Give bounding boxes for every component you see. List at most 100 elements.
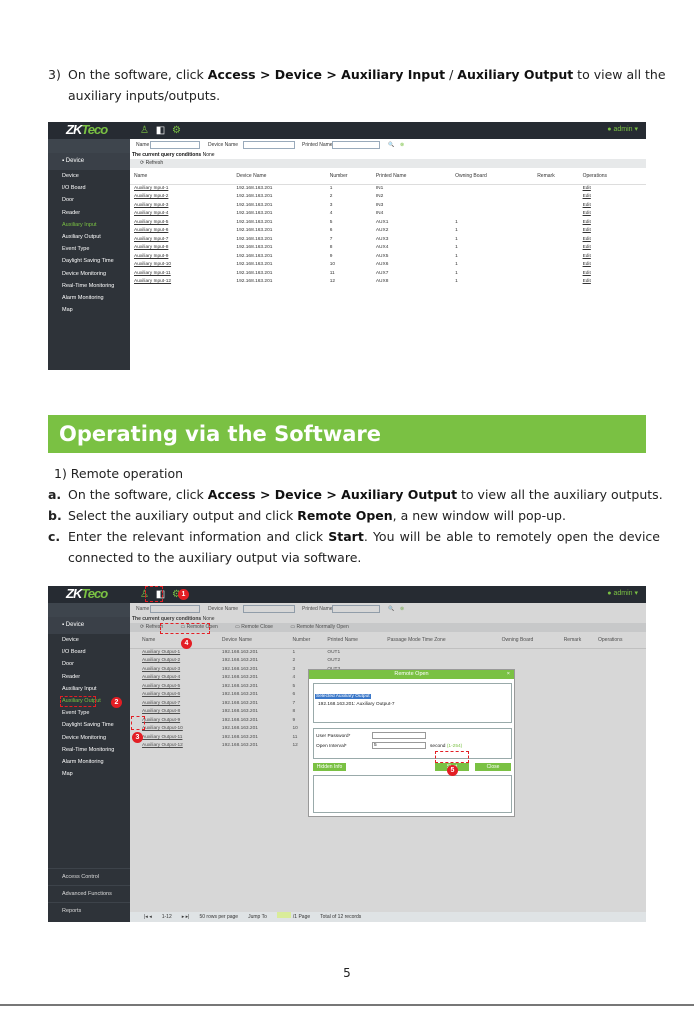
sidebar-item-alarm-monitoring[interactable]: Alarm Monitoring xyxy=(48,292,130,304)
sidebar-item-event-type[interactable]: Event Type xyxy=(48,243,130,255)
device-name-input[interactable] xyxy=(243,141,295,149)
edit-link[interactable]: Edit xyxy=(583,184,646,193)
table-cell xyxy=(537,210,582,219)
sidebar-item-auxiliary-input[interactable]: Auxiliary Input xyxy=(48,683,130,695)
table-cell: AUX7 xyxy=(375,270,389,276)
hidden-info-button[interactable]: Hidden Info xyxy=(313,763,346,771)
table-row[interactable]: Auxiliary Input-11 192.168.163.201 11 AUX7 1… xyxy=(130,269,646,278)
table-cell: AUX6 xyxy=(375,262,389,268)
sidebar-advanced-functions[interactable]: Advanced Functions xyxy=(48,885,130,902)
edit-link[interactable]: Edit xyxy=(583,252,646,261)
edit-link[interactable]: Edit xyxy=(583,210,646,219)
interval-unit: second (1-254) xyxy=(430,744,463,749)
table-row[interactable]: Auxiliary Input-3 192.168.163.201 3 IN3 Edit xyxy=(130,201,646,210)
name-input[interactable] xyxy=(150,141,200,149)
sidebar-item-device-monitoring[interactable]: Device Monitoring xyxy=(48,732,130,744)
table-cell: IN2 xyxy=(375,194,384,200)
row-name-link[interactable]: Auxiliary Input-3 xyxy=(130,201,236,210)
row-name-link[interactable]: Auxiliary Input-11 xyxy=(130,269,236,278)
admin-menu[interactable]: ● admin ▾ xyxy=(607,125,638,133)
gear-icon[interactable]: ⚙ xyxy=(170,124,183,137)
table-row[interactable]: Auxiliary Input-12 192.168.163.201 12 AUX8 1… xyxy=(130,278,646,287)
rows-per-page-select[interactable]: 50 rows per page xyxy=(199,914,238,920)
column-header: Number xyxy=(329,168,376,185)
table-row[interactable]: Auxiliary Input-4 192.168.163.201 4 IN4 Edit xyxy=(130,210,646,219)
table-row[interactable]: Auxiliary Input-10 192.168.163.201 10 AUX6 1… xyxy=(130,261,646,270)
row-name-link[interactable]: Auxiliary Input-2 xyxy=(130,193,236,202)
sidebar-item-auxiliary-output[interactable]: Auxiliary Output xyxy=(48,231,130,243)
main-panel: Name Device Name Printed Name 🔍 ⊗ The cu… xyxy=(130,139,646,370)
sidebar-device-module[interactable]: ▪ Device xyxy=(48,153,130,170)
search-icon[interactable]: 🔍 xyxy=(388,139,394,151)
sidebar-item-real-time-monitoring[interactable]: Real-Time Monitoring xyxy=(48,744,130,756)
sidebar-item-reader[interactable]: Reader xyxy=(48,207,130,219)
row-name-link[interactable]: Auxiliary Input-1 xyxy=(130,184,236,193)
sidebar-device-module-2[interactable]: ▪ Device xyxy=(48,617,130,634)
edit-link[interactable]: Edit xyxy=(583,227,646,236)
interval-input[interactable]: 5 xyxy=(372,742,426,749)
sidebar: ▪ Device Device I/O Board Door Reader Auxili… xyxy=(48,139,130,370)
sidebar-item-real-time-monitoring[interactable]: Real-Time Monitoring xyxy=(48,280,130,292)
table-cell: IN1 xyxy=(375,186,384,191)
clear-icon[interactable]: ⊗ xyxy=(400,139,404,151)
sidebar-item-i-o-board[interactable]: I/O Board xyxy=(48,182,130,194)
row-name-link[interactable]: Auxiliary Input-10 xyxy=(130,261,236,270)
sidebar-item-device[interactable]: Device xyxy=(48,170,130,182)
screenshot-remote-open: ZKTeco ♙ ◧ ⚙ ● admin ▾ ▪ Device Device I/… xyxy=(48,586,646,922)
password-input[interactable] xyxy=(372,732,426,739)
table-row[interactable]: Auxiliary Input-1 192.168.163.201 1 IN1 Edit xyxy=(130,184,646,193)
top-bar-2: ZKTeco ♙ ◧ ⚙ ● admin ▾ xyxy=(48,586,646,603)
sidebar-item-device[interactable]: Device xyxy=(48,634,130,646)
close-button[interactable]: Close xyxy=(475,763,511,771)
table-row[interactable]: Auxiliary Input-8 192.168.163.201 8 AUX4 1 Ed… xyxy=(130,244,646,253)
sidebar-item-i-o-board[interactable]: I/O Board xyxy=(48,646,130,658)
row-name-link[interactable]: Auxiliary Input-8 xyxy=(130,244,236,253)
table-cell: 1 xyxy=(329,186,333,191)
table-row[interactable]: Auxiliary Input-7 192.168.163.201 7 AUX3 1 Ed… xyxy=(130,235,646,244)
edit-link[interactable]: Edit xyxy=(583,269,646,278)
admin-menu-2[interactable]: ● admin ▾ xyxy=(607,589,638,597)
sidebar-item-door[interactable]: Door xyxy=(48,658,130,670)
jump-page-input[interactable] xyxy=(276,912,291,918)
table-cell: 10 xyxy=(329,262,336,268)
sidebar-item-alarm-monitoring[interactable]: Alarm Monitoring xyxy=(48,756,130,768)
table-cell xyxy=(455,210,537,219)
sidebar-item-auxiliary-input[interactable]: Auxiliary Input xyxy=(48,219,130,231)
refresh-button[interactable]: ⟳ Refresh xyxy=(140,160,171,166)
edit-link[interactable]: Edit xyxy=(583,278,646,287)
table-cell xyxy=(537,269,582,278)
edit-link[interactable]: Edit xyxy=(583,201,646,210)
row-name-link[interactable]: Auxiliary Input-4 xyxy=(130,210,236,219)
close-icon[interactable]: × xyxy=(507,670,510,679)
sidebar-item-daylight-saving-time[interactable]: Daylight Saving Time xyxy=(48,255,130,267)
table-row[interactable]: Auxiliary Input-5 192.168.163.201 5 AUX1 1 Ed… xyxy=(130,218,646,227)
row-name-link[interactable]: Auxiliary Input-6 xyxy=(130,227,236,236)
table-cell xyxy=(537,244,582,253)
row-name-link[interactable]: Auxiliary Input-5 xyxy=(130,218,236,227)
table-row[interactable]: Auxiliary Input-2 192.168.163.201 2 IN2 Edit xyxy=(130,193,646,202)
row-name-link[interactable]: Auxiliary Input-9 xyxy=(130,252,236,261)
sidebar-item-reader[interactable]: Reader xyxy=(48,671,130,683)
edit-link[interactable]: Edit xyxy=(583,193,646,202)
sidebar-item-device-monitoring[interactable]: Device Monitoring xyxy=(48,268,130,280)
sidebar-access-control[interactable]: Access Control xyxy=(48,868,130,885)
sidebar-reports[interactable]: Reports xyxy=(48,902,130,919)
door-icon[interactable]: ◧ xyxy=(154,124,167,137)
edit-link[interactable]: Edit xyxy=(583,235,646,244)
table-cell xyxy=(537,227,582,236)
table-cell xyxy=(537,261,582,270)
sidebar-item-map[interactable]: Map xyxy=(48,768,130,780)
sidebar-item-event-type[interactable]: Event Type xyxy=(48,707,130,719)
edit-link[interactable]: Edit xyxy=(583,218,646,227)
sidebar-item-door[interactable]: Door xyxy=(48,194,130,206)
sidebar-item-daylight-saving-time[interactable]: Daylight Saving Time xyxy=(48,719,130,731)
edit-link[interactable]: Edit xyxy=(583,261,646,270)
user-icon[interactable]: ♙ xyxy=(138,124,151,137)
printed-name-input[interactable] xyxy=(332,141,380,149)
edit-link[interactable]: Edit xyxy=(583,244,646,253)
row-name-link[interactable]: Auxiliary Input-12 xyxy=(130,278,236,287)
row-name-link[interactable]: Auxiliary Input-7 xyxy=(130,235,236,244)
table-row[interactable]: Auxiliary Input-9 192.168.163.201 9 AUX5 1 Ed… xyxy=(130,252,646,261)
sidebar-item-map[interactable]: Map xyxy=(48,304,130,316)
table-row[interactable]: Auxiliary Input-6 192.168.163.201 6 AUX2 1 Ed… xyxy=(130,227,646,236)
